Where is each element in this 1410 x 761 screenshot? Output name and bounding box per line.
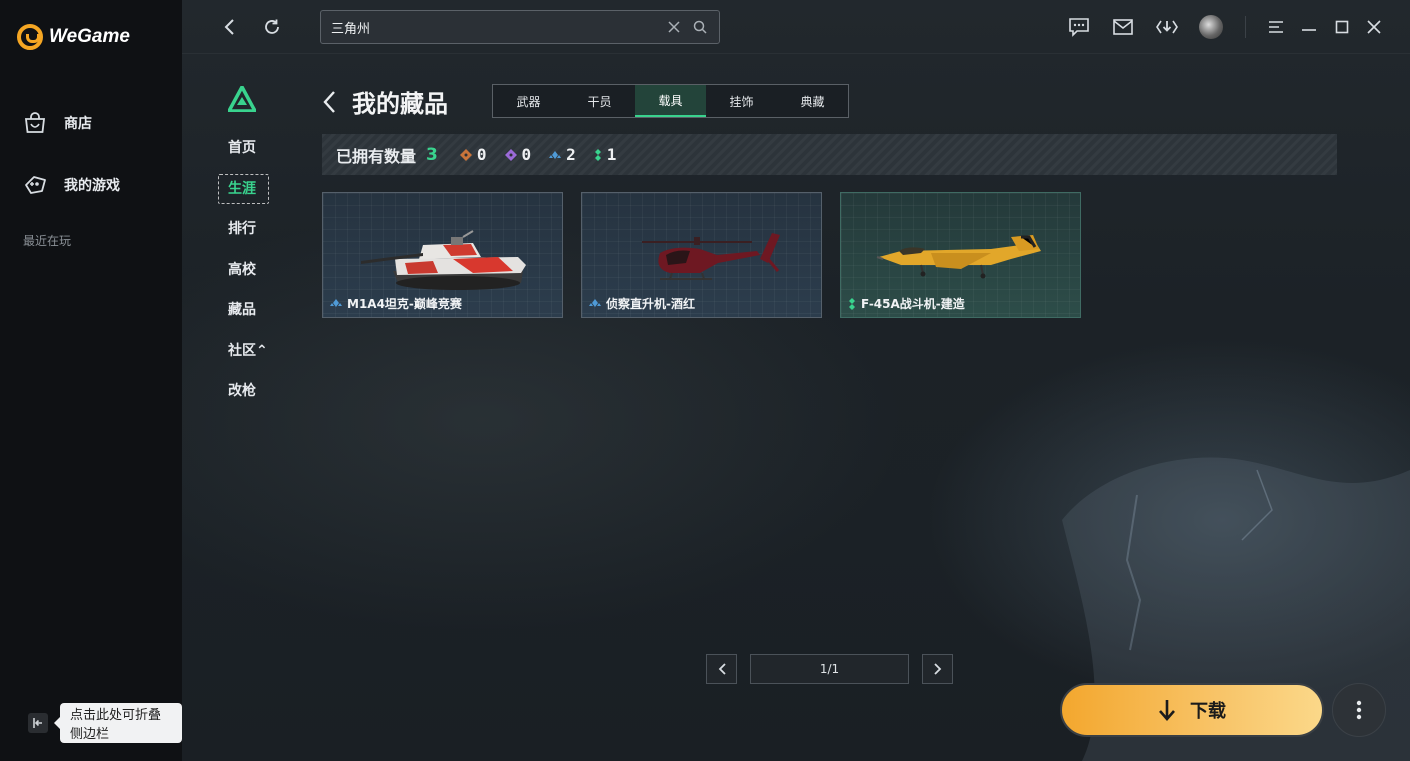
wegame-logo-icon [17,24,43,50]
sidebar-item-my-games[interactable]: 我的游戏 [22,170,120,200]
back-button[interactable] [218,16,240,38]
tab-charms[interactable]: 挂饰 [706,85,777,117]
left-sidebar: WeGame 商店 我的游戏 最近在玩 点击此处可折叠侧边栏 [0,0,182,761]
sidebar-nav: 商店 我的游戏 [22,108,120,232]
diamond-purple-icon [504,148,517,161]
card-name: 侦察直升机-酒红 [606,297,695,311]
chat-button[interactable] [1066,14,1092,40]
download-button[interactable]: 下载 [1060,683,1324,737]
rarity-green-icon [594,148,601,161]
collection-card[interactable]: 侦察直升机-酒红 [581,192,822,318]
card-name: M1A4坦克-巅峰竞赛 [347,297,462,311]
store-icon [22,112,48,134]
menu-button[interactable] [1263,14,1289,40]
owned-count-total: 3 [426,144,438,165]
collection-card[interactable]: F-45A战斗机-建造 [840,192,1081,318]
page-title: 我的藏品 [352,90,448,118]
rarity-blue-icon [330,298,342,307]
tab-collectibles[interactable]: 典藏 [777,85,848,117]
search-bar [320,10,720,44]
game-nav-item-community[interactable]: 社区⌃ [218,339,278,361]
sidebar-item-store[interactable]: 商店 [22,108,120,138]
rarity-count-orange: 0 [459,145,487,164]
arrow-down-icon [1159,700,1175,721]
page-indicator: 1/1 [750,654,909,684]
refresh-button[interactable] [261,16,283,38]
divider [1245,16,1246,38]
more-vertical-icon [1356,700,1362,720]
collapse-tooltip: 点击此处可折叠侧边栏 [54,703,182,743]
game-nav-item-collection[interactable]: 藏品 [218,298,278,320]
rarity-count-purple: 0 [504,145,531,164]
game-nav: 首页 生涯 排行 高校 藏品 社区⌃ 改枪 [218,136,278,420]
page-back-button[interactable] [322,86,342,118]
owned-summary: 已拥有数量 3 0 0 2 1 [322,134,1337,175]
collection-tabs: 武器 干员 载具 挂饰 典藏 [492,84,849,118]
chevron-left-icon [323,90,335,113]
sidebar-item-label: 商店 [64,116,92,132]
avatar-icon [1199,15,1223,39]
logo-text: WeGame [49,26,130,47]
rarity-count-blue: 2 [549,145,576,164]
refresh-icon [265,19,279,34]
tab-vehicles[interactable]: 载具 [635,85,706,117]
rarity-blue-icon [589,298,601,307]
clear-icon[interactable] [665,18,683,36]
game-nav-item-career[interactable]: 生涯 [218,173,278,204]
download-manager-button[interactable] [1154,14,1180,40]
chevron-right-icon [933,663,941,675]
user-avatar[interactable] [1198,14,1224,40]
search-icon[interactable] [691,18,709,36]
top-bar [182,0,1410,54]
collection-card[interactable]: M1A4坦克-巅峰竞赛 [322,192,563,318]
card-caption: M1A4坦克-巅峰竞赛 [330,295,462,312]
delta-force-logo-icon [227,85,257,113]
collapse-icon [33,718,42,728]
game-nav-item-college[interactable]: 高校 [218,258,278,280]
game-nav-item-home[interactable]: 首页 [218,136,278,158]
chevron-left-icon [718,663,726,675]
more-options-button[interactable] [1332,683,1386,737]
game-nav-item-ranking[interactable]: 排行 [218,217,278,239]
pagination: 1/1 [706,654,953,684]
minimize-button[interactable] [1296,14,1322,40]
close-button[interactable] [1361,14,1387,40]
chevron-left-icon [224,19,234,35]
mail-button[interactable] [1110,14,1136,40]
wegame-logo[interactable]: WeGame [17,24,130,50]
main-area: 首页 生涯 排行 高校 藏品 社区⌃ 改枪 我的藏品 武器 干员 载具 挂饰 典… [182,0,1410,761]
mail-icon [1113,19,1133,35]
download-manager-icon [1156,20,1178,34]
sidebar-item-label: 我的游戏 [64,178,120,194]
game-nav-item-gunsmith[interactable]: 改枪 [218,379,278,401]
rarity-green-icon [849,297,855,310]
collapse-sidebar-button[interactable] [28,713,48,733]
page-header: 我的藏品 [322,84,448,119]
chat-icon [1069,18,1089,37]
minimize-icon [1302,29,1316,31]
card-caption: 侦察直升机-酒红 [589,295,695,312]
recent-played-label: 最近在玩 [23,234,72,248]
menu-icon [1269,21,1283,33]
diamond-orange-icon [459,148,472,161]
my-games-icon [22,174,48,196]
card-name: F-45A战斗机-建造 [861,297,965,311]
owned-count-label: 已拥有数量 [336,146,417,166]
rarity-count-green: 1 [594,145,616,164]
collection-grid: M1A4坦克-巅峰竞赛 侦察直升机-酒红 F-45A战斗机-建造 [322,192,1081,318]
tab-operators[interactable]: 干员 [564,85,635,117]
tab-weapons[interactable]: 武器 [493,85,564,117]
prev-page-button[interactable] [706,654,737,684]
download-label: 下载 [1190,701,1226,722]
next-page-button[interactable] [922,654,953,684]
card-caption: F-45A战斗机-建造 [848,295,965,312]
maximize-button[interactable] [1329,14,1355,40]
search-input[interactable] [331,19,657,35]
maximize-icon [1335,20,1349,34]
rarity-blue-icon [549,150,562,159]
game-logo[interactable] [227,85,257,116]
close-icon [1367,20,1381,34]
